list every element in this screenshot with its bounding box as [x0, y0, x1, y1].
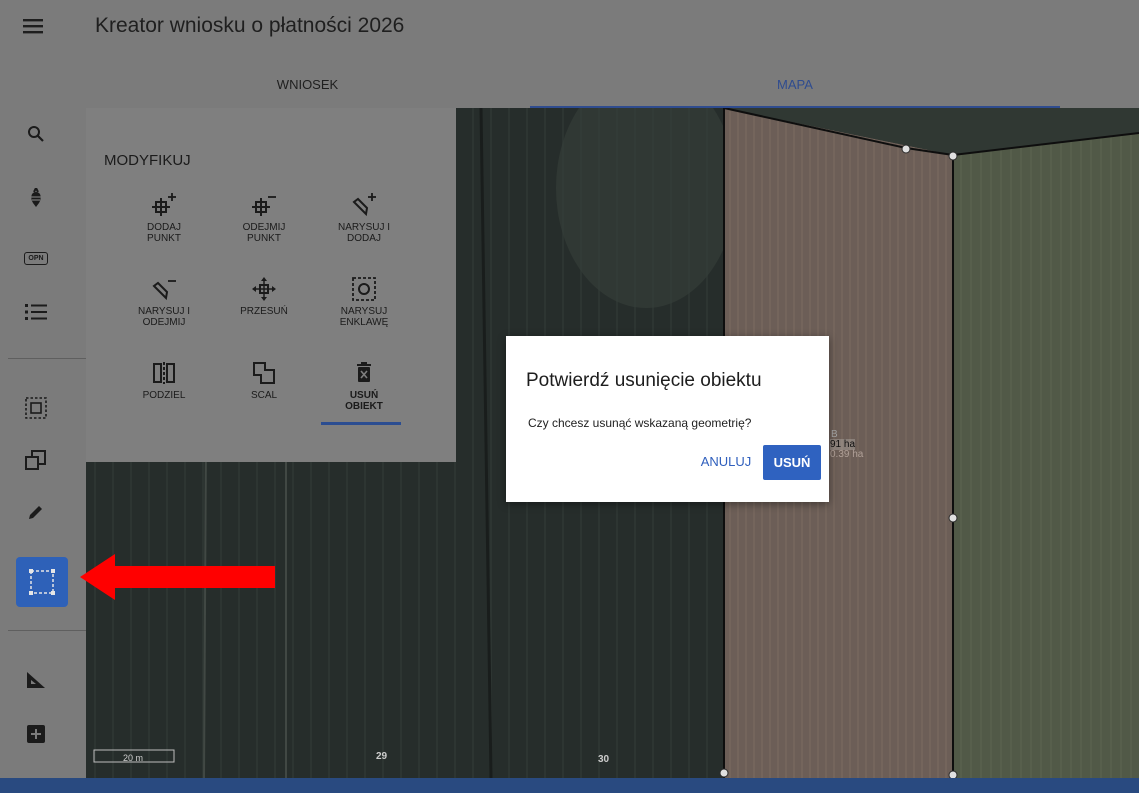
confirm-delete-button[interactable]: USUŃ [763, 445, 821, 480]
tab-bar: WNIOSEK MAPA [0, 55, 1139, 108]
tool-label: NARYSUJ I ODEJMIJ [137, 306, 191, 328]
remove-vertex-icon [252, 196, 276, 216]
edit-shape-icon [29, 569, 55, 595]
list-icon[interactable] [16, 292, 56, 332]
tool-label: NARYSUJ I DODAJ [337, 222, 391, 244]
active-tool-indicator [321, 422, 401, 425]
tool-label: SCAL [250, 390, 278, 401]
cancel-button[interactable]: ANULUJ [696, 446, 756, 478]
tool-label: NARYSUJ ENKLAWĘ [339, 306, 389, 328]
dialog-message: Czy chcesz usunąć wskazaną geometrię? [528, 416, 752, 430]
toolbar-divider [8, 358, 86, 359]
tool-split[interactable]: PODZIEL [118, 358, 210, 401]
tool-delete-object[interactable]: USUŃ OBIEKT [318, 358, 410, 412]
copy-geometry-icon[interactable] [16, 440, 56, 480]
modify-panel: MODYFIKUJ DODAJ PUNKT ODEJMIJ PUNKT NARY… [86, 108, 456, 462]
move-icon [252, 277, 276, 301]
tool-draw-add[interactable]: NARYSUJ I DODAJ [318, 190, 410, 244]
search-icon[interactable] [16, 114, 56, 154]
tool-label: PRZESUŃ [240, 306, 288, 317]
confirm-dialog: Potwierdź usunięcie obiektu Czy chcesz u… [506, 336, 829, 502]
edit-geometry-button[interactable] [16, 557, 68, 607]
add-box-icon[interactable] [16, 714, 56, 754]
tab-wniosek[interactable]: WNIOSEK [85, 55, 530, 108]
add-vertex-icon [152, 193, 176, 216]
select-area-icon[interactable] [16, 388, 56, 428]
status-bar [0, 778, 1139, 793]
tool-draw-subtract[interactable]: NARYSUJ I ODEJMIJ [118, 274, 210, 328]
tab-mapa[interactable]: MAPA [530, 55, 1060, 108]
measure-icon[interactable] [16, 660, 56, 700]
tool-label: PODZIEL [142, 390, 186, 401]
merge-icon [253, 362, 275, 384]
draw-subtract-icon [152, 280, 176, 301]
pencil-icon[interactable] [16, 492, 56, 532]
delete-icon [357, 362, 371, 382]
crop-icon[interactable] [16, 178, 56, 218]
annotation-arrow [80, 552, 280, 607]
enclave-icon [352, 277, 376, 301]
tool-add-vertex[interactable]: DODAJ PUNKT [118, 190, 210, 244]
panel-title: MODYFIKUJ [104, 152, 191, 169]
tool-label: USUŃ OBIEKT [345, 390, 383, 412]
dialog-title: Potwierdź usunięcie obiektu [526, 370, 762, 391]
toolbar-divider [8, 630, 86, 631]
active-tab-indicator [530, 106, 1060, 108]
draw-add-icon [352, 193, 376, 217]
tool-move[interactable]: PRZESUŃ [218, 274, 310, 317]
menu-icon[interactable] [18, 12, 48, 42]
opn-icon[interactable]: OPN [16, 238, 56, 278]
tool-label: ODEJMIJ PUNKT [242, 222, 286, 244]
app-title: Kreator wniosku o płatności 2026 [95, 14, 405, 37]
tool-enclave[interactable]: NARYSUJ ENKLAWĘ [318, 274, 410, 328]
tool-remove-vertex[interactable]: ODEJMIJ PUNKT [218, 190, 310, 244]
tool-merge[interactable]: SCAL [218, 358, 310, 401]
opn-label: OPN [24, 251, 48, 265]
tool-label: DODAJ PUNKT [147, 222, 181, 244]
split-icon [153, 362, 175, 384]
